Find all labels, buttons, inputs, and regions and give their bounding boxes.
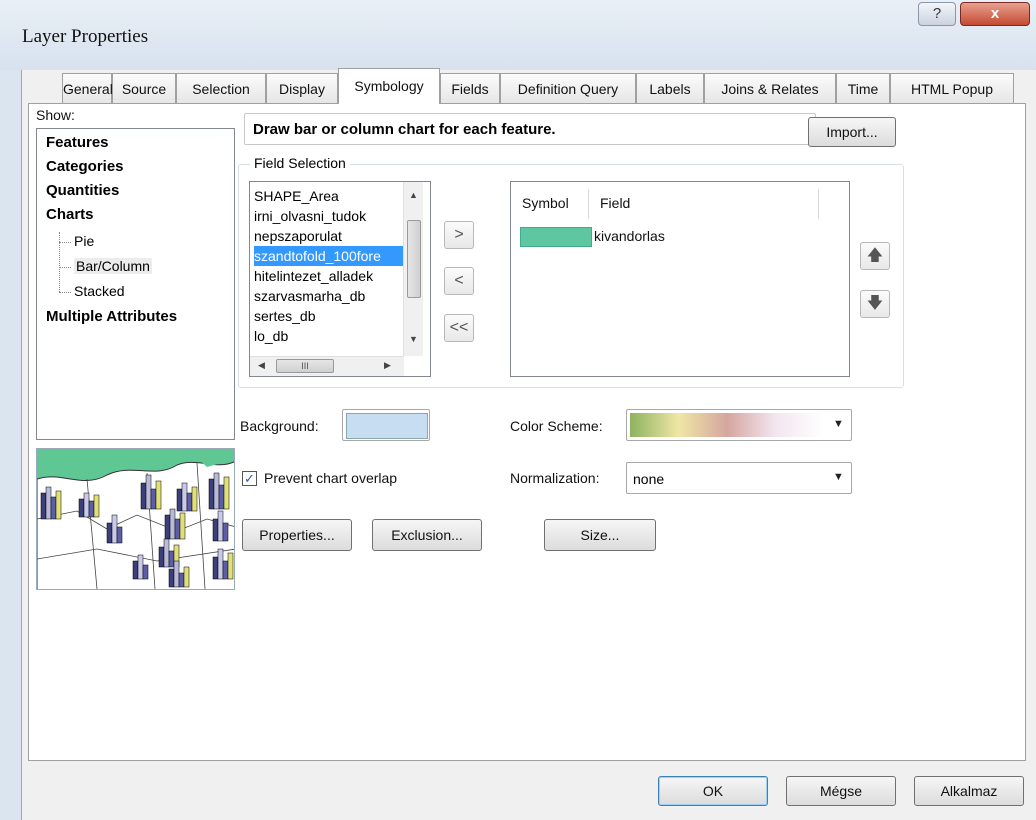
normalization-label: Normalization:	[510, 470, 600, 486]
tab-time[interactable]: Time	[836, 73, 890, 103]
preview-map-graphic	[37, 449, 234, 589]
list-item-selected[interactable]: szandtofold_100fore	[254, 246, 404, 266]
horizontal-scrollbar[interactable]: ◀ III ▶	[250, 356, 404, 376]
help-button[interactable]: ?	[918, 2, 956, 26]
import-button[interactable]: Import...	[808, 117, 896, 147]
normalization-dropdown[interactable]: none ▼	[626, 462, 852, 494]
scroll-left-icon[interactable]: ◀	[258, 360, 265, 371]
tab-selection[interactable]: Selection	[176, 73, 266, 103]
remove-field-button[interactable]: <	[444, 267, 474, 295]
tree-item-bar-column[interactable]: Bar/Column	[74, 258, 152, 274]
color-ramp-swatch	[630, 413, 824, 437]
list-item[interactable]: nepszaporulat	[254, 226, 404, 246]
list-item[interactable]: lo_db	[254, 326, 404, 346]
scroll-down-icon[interactable]: ▼	[409, 334, 418, 344]
tree-item-stacked[interactable]: Stacked	[74, 283, 125, 299]
show-label: Show:	[36, 107, 75, 123]
tree-item-pie[interactable]: Pie	[74, 233, 94, 249]
tree-connector	[59, 267, 71, 268]
move-down-button[interactable]: 🡇	[860, 290, 890, 318]
properties-button[interactable]: Properties...	[242, 519, 352, 551]
normalization-value: none	[633, 471, 665, 487]
symbology-preview-image	[36, 448, 235, 590]
tree-item-quantities[interactable]: Quantities	[46, 182, 119, 199]
symbol-column-header[interactable]: Symbol	[522, 195, 569, 211]
scroll-right-icon[interactable]: ▶	[384, 360, 391, 371]
exclusion-button[interactable]: Exclusion...	[372, 519, 482, 551]
tab-display[interactable]: Display	[266, 73, 338, 103]
background-label: Background:	[240, 418, 319, 434]
cancel-button[interactable]: Mégse	[786, 776, 896, 806]
list-item[interactable]: irni_olvasni_tudok	[254, 206, 404, 226]
list-item[interactable]: SHAPE_Area	[254, 186, 404, 206]
close-icon: x	[990, 5, 1000, 22]
tree-connector	[59, 242, 71, 243]
scroll-up-icon[interactable]: ▲	[409, 190, 418, 200]
chevron-down-icon: ▼	[833, 471, 844, 483]
scroll-thumb[interactable]	[407, 220, 421, 298]
selected-field-name[interactable]: kivandorlas	[594, 228, 665, 244]
window-frame	[0, 70, 22, 820]
tab-general[interactable]: General	[62, 73, 113, 103]
available-fields-list[interactable]: SHAPE_Area irni_olvasni_tudok nepszaporu…	[249, 181, 431, 377]
move-up-button[interactable]: 🡅	[860, 242, 890, 270]
background-color-swatch	[346, 413, 428, 439]
column-divider	[588, 189, 589, 219]
prevent-overlap-label[interactable]: Prevent chart overlap	[264, 470, 397, 486]
help-icon: ?	[932, 5, 942, 22]
arrow-down-icon: 🡇	[866, 295, 884, 312]
tab-labels[interactable]: Labels	[636, 73, 704, 103]
renderer-description: Draw bar or column chart for each featur…	[244, 113, 816, 145]
symbol-swatch[interactable]	[520, 227, 592, 247]
title-bar	[0, 0, 1036, 70]
vertical-scrollbar[interactable]: ▲ ▼	[403, 182, 423, 356]
field-selection-label: Field Selection	[250, 155, 350, 171]
chevron-down-icon: ▼	[833, 418, 844, 430]
tab-fields[interactable]: Fields	[440, 73, 500, 103]
tab-symbology[interactable]: Symbology	[338, 68, 440, 104]
list-item[interactable]: hitelintezet_alladek	[254, 266, 404, 286]
list-item[interactable]: szarvasmarha_db	[254, 286, 404, 306]
tree-item-categories[interactable]: Categories	[46, 158, 124, 175]
tree-connector	[59, 232, 60, 292]
list-item[interactable]: sertes_db	[254, 306, 404, 326]
tree-item-charts[interactable]: Charts	[46, 206, 94, 223]
apply-button[interactable]: Alkalmaz	[914, 776, 1024, 806]
color-scheme-label: Color Scheme:	[510, 418, 603, 434]
tab-definition-query[interactable]: Definition Query	[500, 73, 636, 103]
add-field-button[interactable]: >	[444, 221, 474, 249]
window-title: Layer Properties	[22, 26, 149, 47]
tab-html-popup[interactable]: HTML Popup	[890, 73, 1014, 103]
background-color-picker[interactable]	[342, 409, 430, 441]
ok-button[interactable]: OK	[658, 776, 768, 806]
scroll-thumb[interactable]: III	[276, 359, 334, 373]
tree-item-features[interactable]: Features	[46, 134, 109, 151]
tree-item-multiple-attributes[interactable]: Multiple Attributes	[46, 308, 177, 325]
tree-connector	[59, 292, 71, 293]
remove-all-fields-button[interactable]: <<	[444, 314, 474, 342]
close-button[interactable]: x	[960, 2, 1030, 26]
field-column-header[interactable]: Field	[600, 195, 630, 211]
tab-joins-relates[interactable]: Joins & Relates	[704, 73, 836, 103]
size-button[interactable]: Size...	[544, 519, 656, 551]
color-scheme-dropdown[interactable]: ▼	[626, 409, 852, 441]
column-divider	[818, 189, 819, 219]
prevent-overlap-checkbox[interactable]: ✓	[242, 471, 257, 486]
arrow-up-icon: 🡅	[866, 247, 884, 264]
tab-source[interactable]: Source	[112, 73, 176, 103]
